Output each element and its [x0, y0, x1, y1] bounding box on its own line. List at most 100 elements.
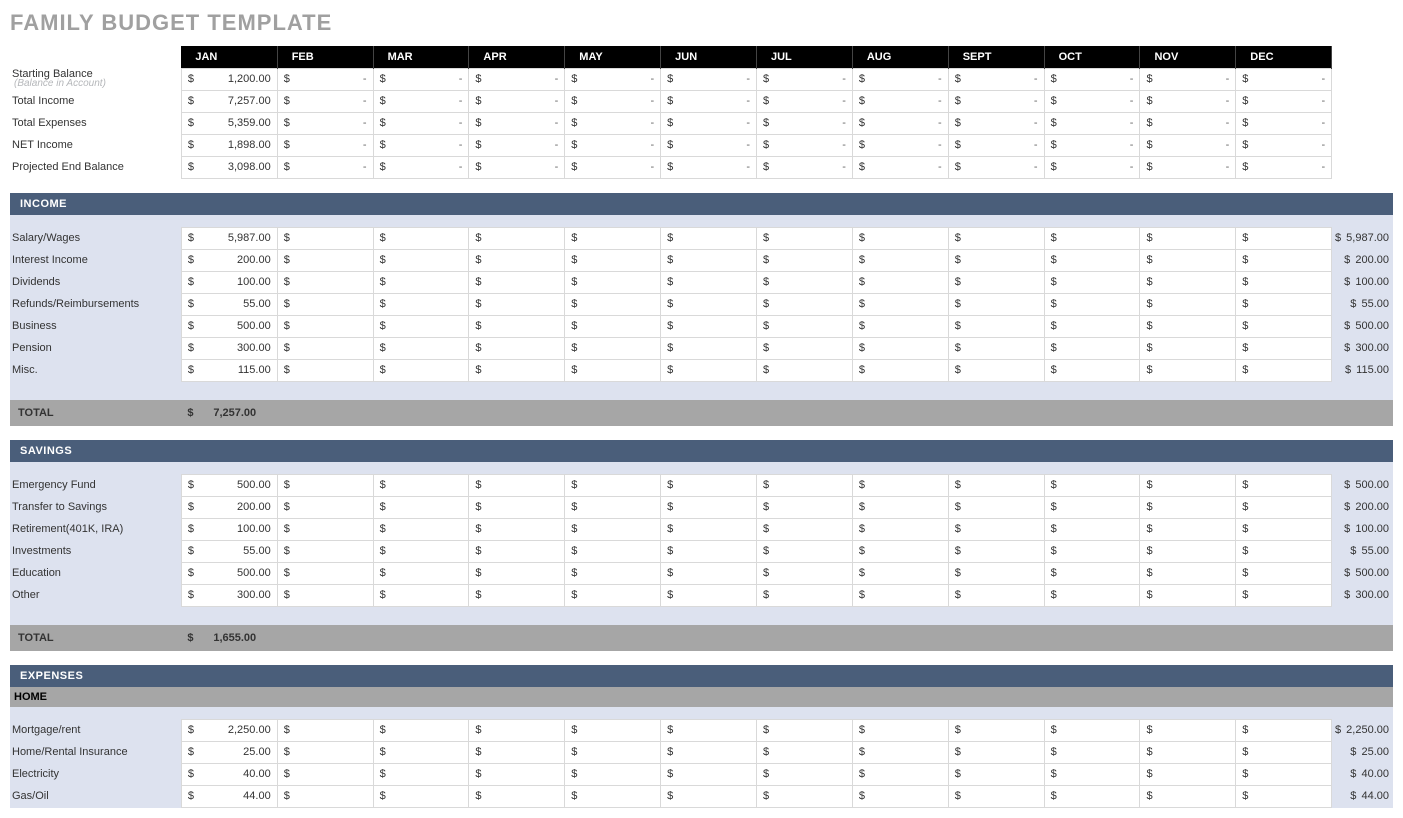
money-cell[interactable]: $: [373, 227, 469, 249]
money-cell[interactable]: $: [1044, 518, 1140, 540]
money-cell[interactable]: $: [373, 785, 469, 807]
money-cell[interactable]: $-: [757, 112, 853, 134]
money-cell[interactable]: $300.00: [181, 584, 277, 606]
money-cell[interactable]: $: [661, 562, 757, 584]
money-cell[interactable]: $: [757, 271, 853, 293]
money-cell[interactable]: $: [757, 474, 853, 496]
money-cell[interactable]: $5,359.00: [181, 112, 277, 134]
money-cell[interactable]: $: [661, 337, 757, 359]
money-cell[interactable]: $-: [852, 68, 948, 90]
money-cell[interactable]: $-: [661, 68, 757, 90]
money-cell[interactable]: $500.00: [181, 315, 277, 337]
money-cell[interactable]: $: [757, 337, 853, 359]
money-cell[interactable]: $-: [948, 156, 1044, 178]
money-cell[interactable]: $: [277, 359, 373, 381]
money-cell[interactable]: $: [757, 518, 853, 540]
money-cell[interactable]: $: [852, 359, 948, 381]
money-cell[interactable]: $: [1044, 227, 1140, 249]
money-cell[interactable]: $: [565, 249, 661, 271]
money-cell[interactable]: $: [277, 763, 373, 785]
money-cell[interactable]: $-: [661, 134, 757, 156]
money-cell[interactable]: $: [1044, 540, 1140, 562]
money-cell[interactable]: $: [1044, 249, 1140, 271]
money-cell[interactable]: $-: [469, 68, 565, 90]
money-cell[interactable]: $: [277, 785, 373, 807]
money-cell[interactable]: $-: [373, 90, 469, 112]
money-cell[interactable]: $: [1236, 474, 1332, 496]
money-cell[interactable]: $-: [1236, 156, 1332, 178]
money-cell[interactable]: $: [373, 518, 469, 540]
money-cell[interactable]: $: [661, 540, 757, 562]
money-cell[interactable]: $: [469, 227, 565, 249]
money-cell[interactable]: $-: [948, 134, 1044, 156]
money-cell[interactable]: $: [1140, 763, 1236, 785]
money-cell[interactable]: $: [661, 518, 757, 540]
money-cell[interactable]: $: [277, 293, 373, 315]
money-cell[interactable]: $: [852, 540, 948, 562]
money-cell[interactable]: $: [373, 271, 469, 293]
money-cell[interactable]: $: [661, 785, 757, 807]
money-cell[interactable]: $-: [1236, 90, 1332, 112]
money-cell[interactable]: $: [852, 785, 948, 807]
money-cell[interactable]: $: [1044, 474, 1140, 496]
money-cell[interactable]: $7,257.00: [181, 90, 277, 112]
money-cell[interactable]: $-: [277, 68, 373, 90]
money-cell[interactable]: $: [469, 474, 565, 496]
money-cell[interactable]: $: [852, 249, 948, 271]
money-cell[interactable]: $: [277, 271, 373, 293]
money-cell[interactable]: $-: [1236, 134, 1332, 156]
money-cell[interactable]: $: [565, 293, 661, 315]
money-cell[interactable]: $: [1044, 584, 1140, 606]
money-cell[interactable]: $-: [948, 112, 1044, 134]
money-cell[interactable]: $: [1044, 562, 1140, 584]
money-cell[interactable]: $-: [1044, 156, 1140, 178]
money-cell[interactable]: $: [373, 337, 469, 359]
money-cell[interactable]: $: [277, 562, 373, 584]
money-cell[interactable]: $: [565, 337, 661, 359]
money-cell[interactable]: $-: [565, 90, 661, 112]
money-cell[interactable]: $: [277, 496, 373, 518]
money-cell[interactable]: $2,250.00: [181, 719, 277, 741]
money-cell[interactable]: $: [373, 540, 469, 562]
money-cell[interactable]: $-: [565, 68, 661, 90]
money-cell[interactable]: $: [1140, 562, 1236, 584]
money-cell[interactable]: $: [469, 584, 565, 606]
money-cell[interactable]: $: [373, 562, 469, 584]
money-cell[interactable]: $: [469, 496, 565, 518]
money-cell[interactable]: $: [373, 719, 469, 741]
money-cell[interactable]: $: [373, 584, 469, 606]
money-cell[interactable]: $-: [1140, 134, 1236, 156]
money-cell[interactable]: $: [661, 271, 757, 293]
money-cell[interactable]: $: [757, 719, 853, 741]
money-cell[interactable]: $: [469, 271, 565, 293]
money-cell[interactable]: $: [1140, 315, 1236, 337]
money-cell[interactable]: $-: [277, 134, 373, 156]
money-cell[interactable]: $: [277, 249, 373, 271]
money-cell[interactable]: $: [1044, 359, 1140, 381]
money-cell[interactable]: $: [1236, 315, 1332, 337]
money-cell[interactable]: $: [757, 227, 853, 249]
money-cell[interactable]: $: [661, 496, 757, 518]
money-cell[interactable]: $100.00: [181, 518, 277, 540]
money-cell[interactable]: $500.00: [181, 474, 277, 496]
money-cell[interactable]: $: [277, 474, 373, 496]
money-cell[interactable]: $-: [1140, 68, 1236, 90]
money-cell[interactable]: $: [661, 293, 757, 315]
money-cell[interactable]: $-: [373, 156, 469, 178]
money-cell[interactable]: $3,098.00: [181, 156, 277, 178]
money-cell[interactable]: $: [469, 518, 565, 540]
money-cell[interactable]: $-: [565, 134, 661, 156]
money-cell[interactable]: $-: [852, 90, 948, 112]
money-cell[interactable]: $: [661, 763, 757, 785]
money-cell[interactable]: $: [1140, 474, 1236, 496]
money-cell[interactable]: $: [565, 540, 661, 562]
money-cell[interactable]: $: [852, 337, 948, 359]
money-cell[interactable]: $: [373, 315, 469, 337]
money-cell[interactable]: $: [1140, 518, 1236, 540]
money-cell[interactable]: $: [1236, 271, 1332, 293]
money-cell[interactable]: $: [1140, 584, 1236, 606]
money-cell[interactable]: $: [469, 540, 565, 562]
money-cell[interactable]: $: [277, 315, 373, 337]
money-cell[interactable]: $: [852, 763, 948, 785]
money-cell[interactable]: $-: [565, 156, 661, 178]
